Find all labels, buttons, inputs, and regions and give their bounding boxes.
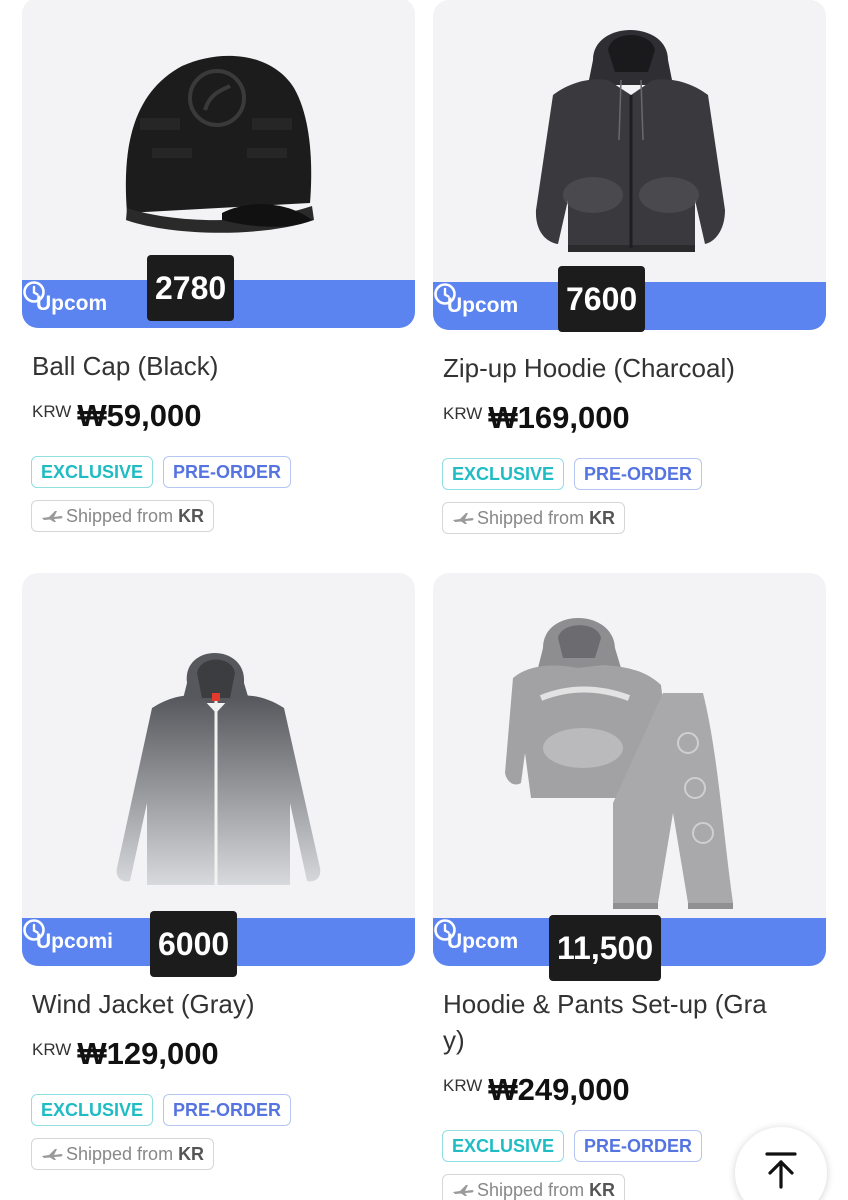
clock-icon [23, 919, 45, 941]
currency-code: KRW [443, 1076, 483, 1095]
exclusive-badge: EXCLUSIVE [442, 1130, 565, 1162]
product-title-line: Hoodie & Pants Set-up (Gra [443, 989, 767, 1019]
clock-icon [434, 283, 456, 305]
product-card[interactable]: Upcom 11,500 Hoodie & Pants Set-up (Gra … [433, 573, 826, 1200]
shipping-origin: KR [589, 1179, 616, 1200]
preorder-badge: PRE-ORDER [163, 456, 292, 488]
count-badge: 11,500 [549, 915, 662, 981]
tag-list: EXCLUSIVE PRE-ORDER [22, 456, 415, 488]
shipping-origin: KR [178, 1143, 205, 1164]
shipping-origin: KR [589, 507, 616, 528]
shipping-label: Shipped from [66, 1143, 174, 1164]
product-card[interactable]: Upcom 7600 Zip-up Hoodie (Charcoal) KRW … [433, 0, 826, 534]
preorder-badge: PRE-ORDER [163, 1094, 292, 1126]
shipping-label: Shipped from [66, 505, 174, 526]
arrow-up-to-top-icon [765, 1152, 797, 1189]
price-row: KRW ₩249,000 [433, 1072, 826, 1108]
shipping-badge: Shipped from KR [442, 1174, 626, 1200]
airplane-icon [453, 513, 474, 524]
clock-icon [434, 919, 456, 941]
shipping-label: Shipped from [477, 1179, 585, 1200]
airplane-icon [453, 1185, 474, 1196]
exclusive-badge: EXCLUSIVE [442, 458, 565, 490]
count-badge: 2780 [147, 255, 235, 321]
shipping-label: Shipped from [477, 507, 585, 528]
product-title[interactable]: Hoodie & Pants Set-up (Gra y) [433, 986, 826, 1058]
count-badge: 7600 [558, 266, 646, 332]
exclusive-badge: EXCLUSIVE [31, 1094, 154, 1126]
product-title[interactable]: Ball Cap (Black) [22, 348, 415, 384]
tag-list: EXCLUSIVE PRE-ORDER [433, 458, 826, 490]
product-image[interactable]: Upcom [433, 573, 826, 966]
product-price: ₩59,000 [77, 398, 202, 433]
product-title-line: y) [443, 1025, 465, 1055]
product-card[interactable]: Upcom 2780 Ball Cap (Black) KRW ₩59,000 … [22, 0, 415, 532]
tag-list: EXCLUSIVE PRE-ORDER [22, 1094, 415, 1126]
product-price: ₩129,000 [77, 1036, 219, 1071]
clock-icon [23, 281, 45, 303]
airplane-icon [42, 511, 63, 522]
product-title[interactable]: Zip-up Hoodie (Charcoal) [433, 350, 826, 386]
preorder-badge: PRE-ORDER [574, 1130, 703, 1162]
preorder-badge: PRE-ORDER [574, 458, 703, 490]
product-image[interactable]: Upcomi [22, 573, 415, 966]
price-row: KRW ₩59,000 [22, 398, 415, 434]
airplane-icon [42, 1149, 63, 1160]
upcoming-label: Upcomi [36, 930, 114, 953]
wind-jacket-image [116, 653, 321, 885]
shipping-origin: KR [178, 505, 205, 526]
price-row: KRW ₩169,000 [433, 400, 826, 436]
product-title[interactable]: Wind Jacket (Gray) [22, 986, 415, 1022]
product-price: ₩249,000 [488, 1072, 630, 1107]
currency-code: KRW [443, 404, 483, 423]
currency-code: KRW [32, 402, 72, 421]
exclusive-badge: EXCLUSIVE [31, 456, 154, 488]
price-row: KRW ₩129,000 [22, 1036, 415, 1072]
product-card[interactable]: Upcomi 6000 Wind Jacket (Gray) KRW ₩129,… [22, 573, 415, 1170]
shipping-badge: Shipped from KR [31, 500, 215, 532]
currency-code: KRW [32, 1040, 72, 1059]
hoodie-pants-set-image [505, 618, 733, 909]
upcoming-label: Upcom [447, 294, 519, 317]
shipping-badge: Shipped from KR [442, 502, 626, 534]
shipping-badge: Shipped from KR [31, 1138, 215, 1170]
product-price: ₩169,000 [488, 400, 630, 435]
upcoming-label: Upcom [36, 292, 108, 315]
upcoming-label: Upcom [447, 930, 519, 953]
count-badge: 6000 [150, 911, 238, 977]
